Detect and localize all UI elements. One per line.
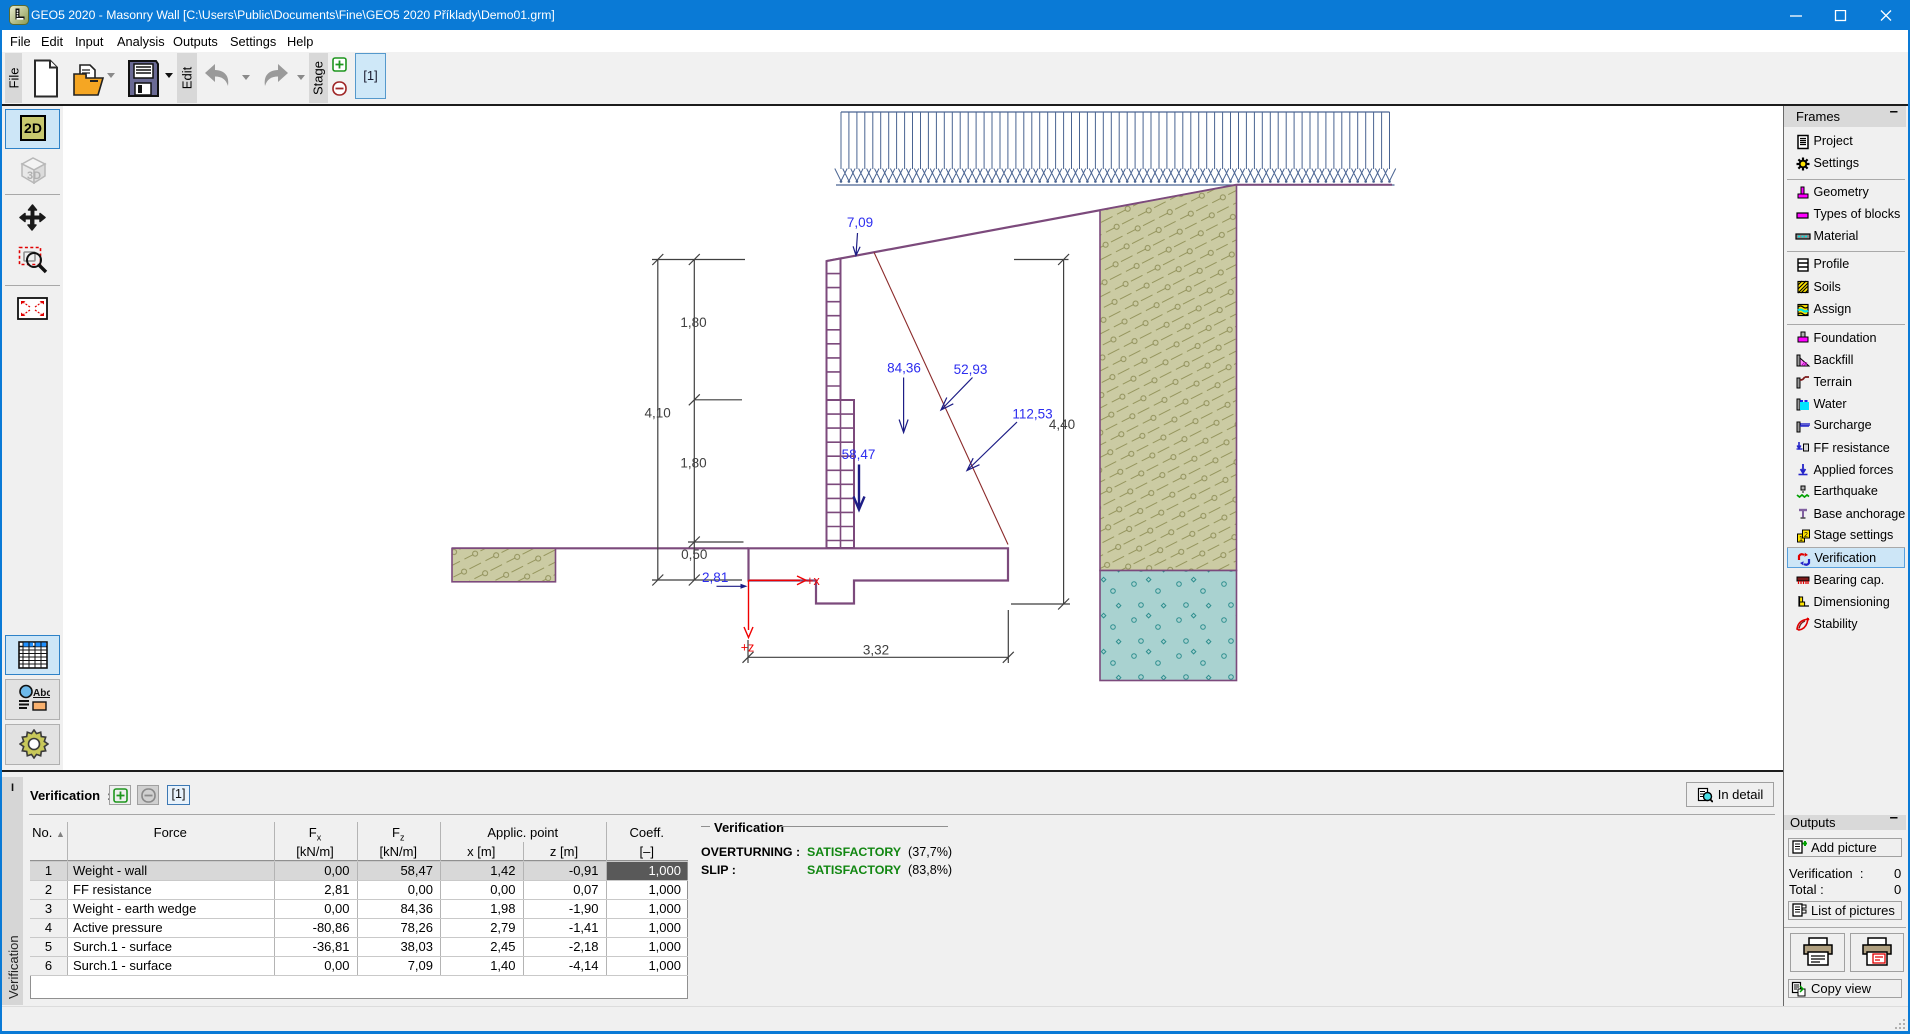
svg-text:52,93: 52,93 [954, 362, 988, 377]
svg-text:3,32: 3,32 [863, 643, 889, 658]
svg-text:+x: +x [806, 574, 820, 588]
svg-text:58,47: 58,47 [842, 447, 876, 462]
svg-text:4,10: 4,10 [644, 406, 670, 421]
svg-text:4,40: 4,40 [1049, 417, 1075, 432]
svg-text:7,09: 7,09 [847, 215, 873, 230]
svg-text:84,36: 84,36 [887, 361, 921, 376]
svg-text:2: 2 [1804, 532, 1808, 539]
svg-text:1,80: 1,80 [680, 315, 706, 330]
svg-text:Abc: Abc [33, 688, 50, 699]
svg-text:2,81: 2,81 [702, 570, 728, 585]
svg-text:3D: 3D [27, 170, 41, 182]
svg-text:0,50: 0,50 [681, 547, 707, 562]
svg-text:112,53: 112,53 [1012, 406, 1052, 421]
svg-text:+z: +z [741, 641, 755, 655]
svg-text:1,80: 1,80 [680, 455, 706, 470]
